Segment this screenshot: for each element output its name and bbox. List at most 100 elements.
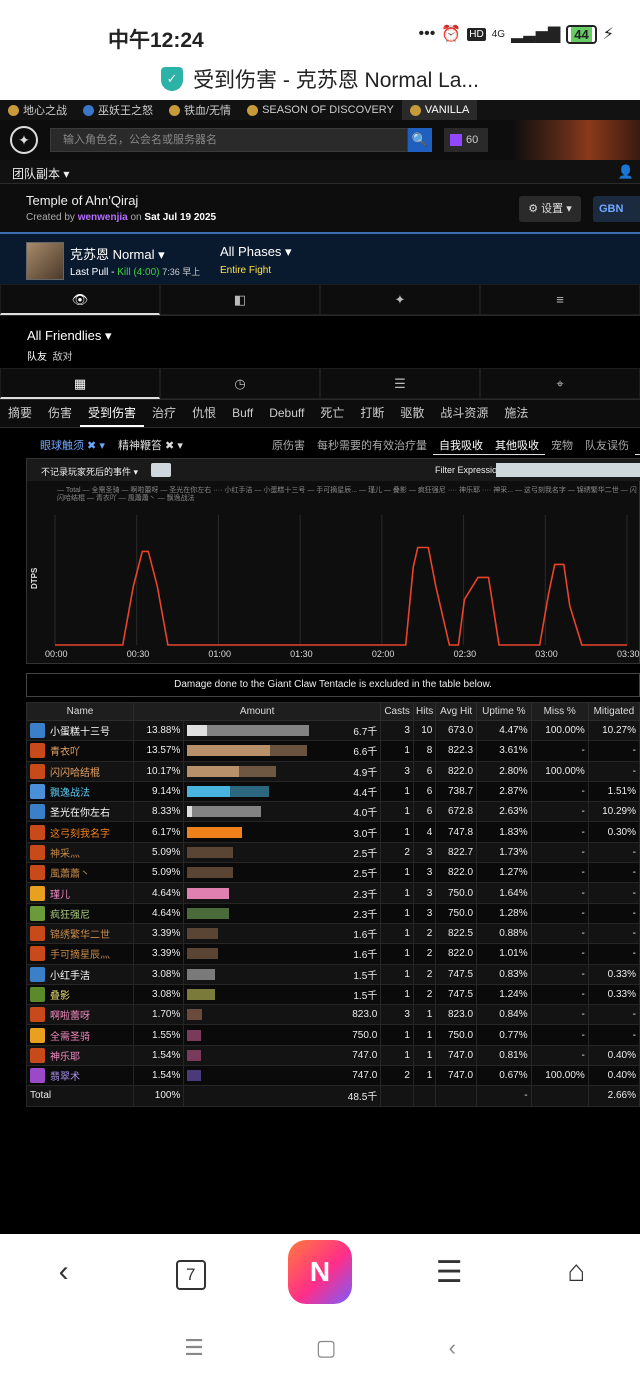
browser-title-bar[interactable]: ✓ 受到伤害 - 克苏恩 Normal La... [0,56,640,102]
player-name[interactable]: 疯狂强尼 [50,906,90,921]
table-row[interactable]: 啊啦蕾呀 1.70% 823.0 3 1 823.0 0.84% - - [25,1004,640,1026]
report-tab[interactable]: Buff [224,400,261,427]
game-tab[interactable]: 铁血/无情 [161,100,239,120]
damage-option[interactable]: 每秒需要的有效治疗量 [311,436,433,455]
recents-icon[interactable]: ☰ [184,1335,204,1361]
report-tab[interactable]: 驱散 [392,400,432,427]
player-name[interactable]: 全需圣骑 [50,1028,90,1043]
table-row[interactable]: 翡翠术 1.54% 747.0 2 1 747.0 0.67% 100.00% 0.40% [25,1065,640,1087]
table-row[interactable]: 青衣吖 13.57% 6.6千 1 8 822.3 3.61% - - [25,740,640,762]
column-header[interactable]: Casts [380,702,414,721]
view-tab-icon[interactable]: 👁 [0,284,160,315]
table-row[interactable]: 叠影 3.08% 1.5千 1 2 747.5 1.24% -0.33% [25,983,640,1006]
mode-tab-icon[interactable]: ⌖ [480,368,640,399]
back-icon[interactable]: ‹ [34,1255,94,1289]
column-header[interactable]: Avg Hit [435,702,478,721]
table-row[interactable]: 圣光在你左右 8.33% 4.0千 1 6 672.8 2.63% -10.29% [25,801,640,823]
damage-option[interactable]: 宠物 [545,436,579,455]
column-header[interactable]: Name [25,702,135,721]
player-name[interactable]: 圣光在你左右 [50,804,110,819]
player-name[interactable]: 瑾儿 [50,886,70,901]
table-row[interactable]: 小蛋糕十三号 13.88% 6.7千 3 10 673.0 4.47% 100.00% 10.2… [25,719,640,742]
player-name[interactable]: 風蕭蕭丶 [50,865,90,880]
report-tab[interactable]: 战斗资源 [432,400,496,427]
column-header[interactable]: Miss % [530,702,589,721]
report-tab[interactable]: 仇恨 [184,400,224,427]
friendly-tab[interactable]: 队友 [27,352,47,363]
damage-option[interactable]: Take [635,436,640,455]
death-events-select[interactable]: 不记录玩家死后的事件 ▾ [41,465,138,478]
player-name[interactable]: 飘逸战法 [50,784,90,799]
fight-select[interactable]: 克苏恩 Normal ▾ [70,244,165,263]
report-author[interactable]: wenwenjia [78,212,128,223]
table-row[interactable]: 这弓刻我名字 6.17% 3.0千 1 4 747.8 1.83% -0.30% [25,821,640,843]
player-name[interactable]: 神采灬 [50,845,80,860]
table-row[interactable]: 飘逸战法 9.14% 4.4千 1 6 738.7 2.87% -1.51% [25,780,640,803]
column-header[interactable]: Mitigated [587,702,640,721]
report-tab[interactable]: 打断 [352,400,392,427]
search-icon[interactable]: 🔍 [408,128,432,152]
report-tab[interactable]: 受到伤害 [80,400,145,427]
search-input[interactable]: 输入角色名，公会名或服务器名 [50,128,408,152]
player-name[interactable]: 青衣吖 [50,743,80,758]
tabs-button[interactable]: 7 [161,1254,221,1290]
report-tab[interactable]: 施法 [496,400,536,427]
settings-button[interactable]: ⚙ 设置 ▾ [519,196,581,222]
player-name[interactable]: 啊啦蕾呀 [50,1007,90,1022]
region-button[interactable]: GBN [593,196,640,222]
table-row[interactable]: 小红手洁 3.08% 1.5千 1 2 747.5 0.83% -0.33% [25,963,640,985]
twitch-button[interactable]: 60 [444,128,488,152]
table-row[interactable]: 神采灬 5.09% 2.5千 2 3 822.7 1.73% - - [25,841,640,864]
report-tab[interactable]: Debuff [261,400,312,427]
system-back-icon[interactable]: ‹ [449,1335,456,1361]
view-tab-icon[interactable]: ◧ [160,284,320,315]
player-name[interactable]: 闪闪哈结棍 [50,764,100,779]
report-tab[interactable]: 摘要 [0,400,40,427]
table-row[interactable]: 手可摘星辰灬 3.39% 1.6千 1 2 822.0 1.01% - - [25,943,640,965]
player-name[interactable]: 翡翠术 [50,1068,80,1083]
report-tab[interactable]: 死亡 [312,400,352,427]
table-row[interactable]: 瑾儿 4.64% 2.3千 1 3 750.0 1.64% - - [25,882,640,904]
friendlies-select[interactable]: All Friendlies ▾ [27,328,112,344]
player-name[interactable]: 这弓刻我名字 [50,825,110,840]
column-header[interactable]: Uptime % [476,702,532,721]
menu-icon[interactable]: ☰ [419,1255,479,1290]
table-row[interactable]: 疯狂强尼 4.64% 2.3千 1 3 750.0 1.28% - - [25,902,640,924]
mode-tab-icon[interactable]: ▦ [0,368,160,399]
damage-option[interactable]: 原伤害 [266,436,311,455]
table-row[interactable]: 锦绣繁华二世 3.39% 1.6千 1 2 822.5 0.88% - - [25,922,640,945]
damage-option[interactable]: 自我吸收 [433,436,489,455]
filter-expression-input[interactable] [496,463,640,477]
user-icon[interactable]: 👤 [618,164,634,180]
game-tab[interactable]: 地心之战 [0,100,75,120]
raid-menu[interactable]: 团队副本 ▾ [12,165,69,182]
mode-tab-icon[interactable]: ◷ [160,368,320,399]
player-name[interactable]: 神乐耶 [50,1048,80,1063]
browser-app-icon[interactable]: N [287,1240,352,1304]
player-name[interactable]: 手可摘星辰灬 [50,946,110,961]
column-header[interactable]: Hits [412,702,437,721]
player-name[interactable]: 锦绣繁华二世 [50,926,110,941]
system-home-icon[interactable]: ▢ [316,1335,337,1361]
ability-filter-1[interactable]: 眼球触须 ✖ ▾ [40,437,105,453]
game-tab[interactable]: 巫妖王之怒 [75,100,161,120]
column-header[interactable]: Amount [133,702,382,721]
report-tab[interactable]: 伤害 [40,400,80,427]
game-tab[interactable]: SEASON OF DISCOVERY [239,100,402,120]
view-tab-icon[interactable]: ≡ [480,284,640,315]
table-row[interactable]: 神乐耶 1.54% 747.0 1 1 747.0 0.81% -0.40% [25,1044,640,1067]
table-row[interactable]: 闪闪哈结棍 10.17% 4.9千 3 6 822.0 2.80% 100.00% - [25,760,640,782]
damage-option[interactable]: 队友误伤 [579,436,635,455]
table-row[interactable]: 全需圣骑 1.55% 750.0 1 1 750.0 0.77% - - [25,1024,640,1046]
damage-option[interactable]: 其他吸收 [489,436,545,455]
enemy-tab[interactable]: 敌对 [53,352,73,363]
report-tab[interactable]: 治疗 [144,400,184,427]
view-tab-icon[interactable]: ✦ [320,284,480,315]
site-logo-icon[interactable]: ✦ [10,126,38,154]
player-name[interactable]: 小红手洁 [50,967,90,982]
player-name[interactable]: 小蛋糕十三号 [50,723,110,738]
home-icon[interactable]: ⌂ [546,1255,606,1289]
game-tab[interactable]: VANILLA [401,100,478,120]
table-row[interactable]: 風蕭蕭丶 5.09% 2.5千 1 3 822.0 1.27% - - [25,862,640,884]
mode-tab-icon[interactable]: ☰ [320,368,480,399]
